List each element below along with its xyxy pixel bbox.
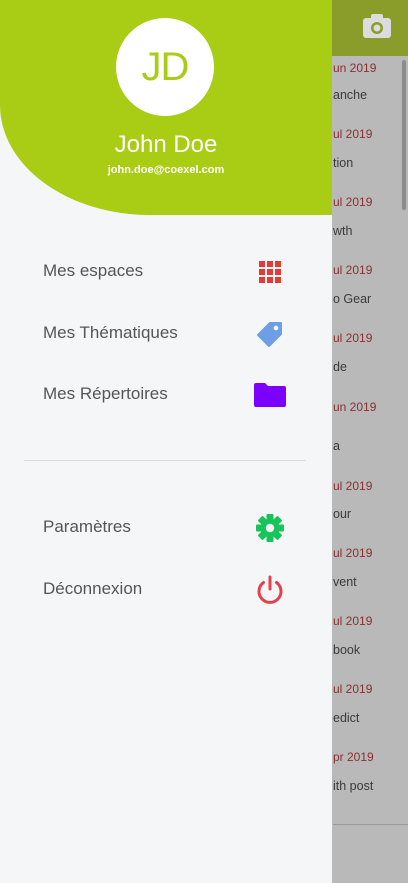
list-item-title[interactable]: anche [333,88,408,102]
list-item-date: ul 2019 [333,614,373,628]
list-item-date: ul 2019 [333,127,373,141]
menu-item-label: Mes Répertoires [43,384,168,403]
power-icon [253,573,287,607]
drawer-header: JD John Doe john.doe@coexel.com [0,0,332,215]
menu-item-mes-repertoires[interactable]: Mes Répertoires [0,368,332,420]
camera-icon[interactable] [361,12,393,40]
gear-icon [253,511,287,545]
list-item-title[interactable]: book [333,643,408,657]
divider [333,824,408,825]
user-email: john.doe@coexel.com [107,164,225,176]
menu-item-parametres[interactable]: Paramètres [0,501,332,553]
user-name: John Doe [114,131,218,158]
list-item-date: un 2019 [333,400,377,414]
list-item-date: un 2019 [333,61,377,75]
navigation-drawer: JD John Doe john.doe@coexel.com Mes espa… [0,0,332,883]
folder-icon [253,378,287,412]
menu-item-label: Déconnexion [43,579,143,598]
list-item-date: ul 2019 [333,331,373,345]
list-item-date: ul 2019 [333,263,373,277]
list-item-title[interactable]: our [333,507,408,521]
menu-item-mes-espaces[interactable]: Mes espaces [0,245,332,297]
list-item-title[interactable]: ith post [333,779,408,793]
list-item-date: ul 2019 [333,195,373,209]
list-item-date: ul 2019 [333,546,373,560]
menu-divider [24,460,306,461]
avatar-initials: JD [141,45,190,89]
list-item-date: pr 2019 [333,750,374,764]
list-item-date: ul 2019 [333,682,373,696]
list-item-title[interactable]: wth [333,224,408,238]
menu-item-label: Paramètres [43,517,131,536]
list-item-title[interactable]: tion [333,156,408,170]
list-item-title[interactable]: a [333,439,408,453]
list-item-title[interactable]: vent [333,575,408,589]
tag-icon [253,317,287,351]
menu-item-mes-thematiques[interactable]: Mes Thématiques [0,307,332,359]
menu-item-label: Mes Thématiques [43,323,178,342]
menu-item-label: Mes espaces [43,261,144,280]
list-item-title[interactable]: o Gear [333,292,408,306]
list-item-date: ul 2019 [333,479,373,493]
avatar[interactable]: JD [116,18,214,116]
list-item-title[interactable]: edict [333,711,408,725]
menu-item-deconnexion[interactable]: Déconnexion [0,563,332,615]
grid-icon [253,255,287,289]
list-item-title[interactable]: de [333,360,408,374]
